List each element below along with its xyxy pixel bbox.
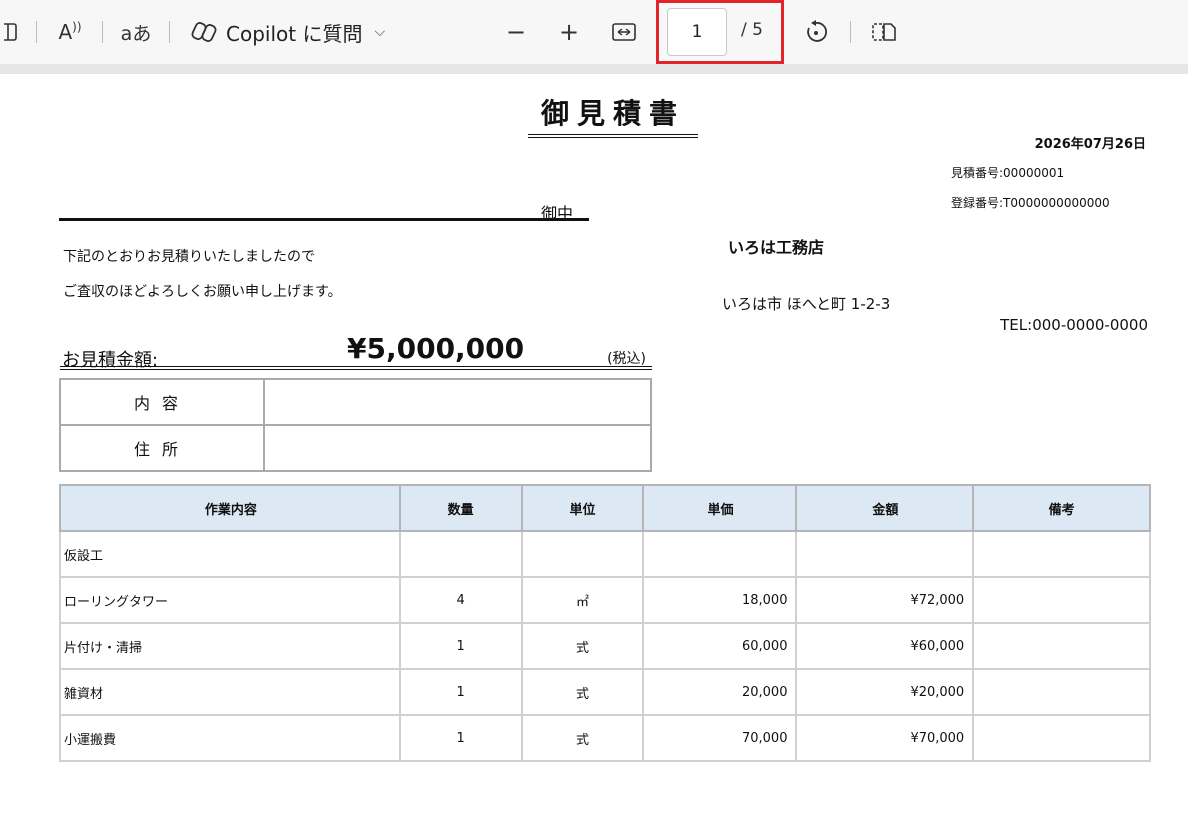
page-view-button[interactable] [870, 14, 898, 50]
header-note: 備考 [972, 484, 1151, 532]
cell-amount [795, 530, 975, 578]
sound-waves-icon: )) [72, 20, 82, 34]
cell-unit: 式 [520, 714, 645, 762]
cell-price: 60,000 [642, 622, 798, 670]
tax-note: (税込) [607, 351, 646, 367]
document-title: 御見積書 [528, 92, 698, 138]
cell-price: 20,000 [642, 668, 798, 716]
amount-row: お見積金額: ¥5,000,000 (税込) [60, 332, 652, 371]
zoom-out-button[interactable]: − [504, 14, 528, 50]
copilot-icon [191, 22, 217, 42]
cell-price: 70,000 [642, 714, 798, 762]
cell-qty [398, 530, 523, 578]
cell-qty: 1 [398, 668, 523, 716]
cell-unit [520, 530, 645, 578]
cell-unit: ㎡ [520, 576, 645, 624]
table-row: 雑資材 1 式 20,000 ¥20,000 [59, 668, 1151, 716]
cell-qty: 1 [398, 714, 523, 762]
fit-width-icon [612, 23, 636, 41]
zoom-in-button[interactable]: + [557, 14, 581, 50]
toolbar-separator [850, 21, 851, 43]
company-tel: TEL:000-0000-0000 [1000, 316, 1148, 334]
translate-button[interactable]: aあ [118, 14, 154, 50]
cell-note [972, 714, 1151, 762]
read-aloud-icon: A [58, 20, 73, 44]
page-number-highlight [656, 0, 784, 64]
cell-amount: ¥20,000 [795, 668, 975, 716]
rotate-icon [807, 20, 827, 42]
header-work: 作業内容 [59, 484, 401, 532]
copilot-button[interactable]: Copilot に質問 ⌵ [190, 14, 385, 50]
copilot-label: Copilot に質問 [226, 21, 363, 46]
cell-amount: ¥60,000 [795, 622, 975, 670]
cell-unit: 式 [520, 668, 645, 716]
message-line-1: 下記のとおりお見積りいたしましたので [63, 249, 315, 265]
toolbar-bottom-strip [0, 64, 1188, 74]
info-table: 内容 住所 [59, 378, 652, 472]
header-qty: 数量 [398, 484, 523, 532]
registration-number: 登録番号:T0000000000000 [951, 196, 1110, 210]
toolbar-separator [36, 21, 37, 43]
table-header-row: 作業内容 数量 単位 単価 金額 備考 [59, 484, 1151, 532]
translate-icon: aあ [120, 22, 152, 45]
info-value [263, 424, 652, 472]
minus-icon: − [505, 18, 527, 46]
cell-work: 小運搬費 [59, 714, 401, 762]
cell-note [972, 622, 1151, 670]
pdf-toolbar: A)) aあ Copilot に質問 ⌵ − + 1 / 5 [0, 0, 1188, 65]
cell-work: 雑資材 [59, 668, 401, 716]
page-view-icon [872, 23, 896, 41]
read-aloud-button[interactable]: A)) [54, 14, 86, 50]
recipient-line [59, 218, 589, 221]
recipient-suffix: 御中 [541, 204, 574, 223]
cell-qty: 1 [398, 622, 523, 670]
document-date: 2026年07月26日 [1034, 137, 1146, 152]
info-label: 内容 [59, 378, 265, 426]
cell-note [972, 576, 1151, 624]
cell-price: 18,000 [642, 576, 798, 624]
rotate-button[interactable] [802, 14, 830, 50]
cell-amount: ¥72,000 [795, 576, 975, 624]
cell-work: 仮設工 [59, 530, 401, 578]
table-row: ローリングタワー 4 ㎡ 18,000 ¥72,000 [59, 576, 1151, 624]
plus-icon: + [558, 18, 580, 46]
message-line-2: ご査収のほどよろしくお願い申し上げます。 [63, 284, 342, 300]
cell-unit: 式 [520, 622, 645, 670]
info-row: 内容 [59, 378, 652, 426]
toolbar-separator [169, 21, 170, 43]
items-table: 作業内容 数量 単位 単価 金額 備考 仮設工 ローリングタワー 4 ㎡ 18,… [59, 484, 1151, 762]
table-row: 小運搬費 1 式 70,000 ¥70,000 [59, 714, 1151, 762]
table-row: 仮設工 [59, 530, 1151, 578]
amount-value: ¥5,000,000 [347, 332, 525, 365]
sidebar-icon[interactable] [0, 14, 22, 50]
cell-work: 片付け・清掃 [59, 622, 401, 670]
cell-amount: ¥70,000 [795, 714, 975, 762]
company-address: いろは市 ほへと町 1-2-3 [722, 295, 891, 313]
info-label: 住所 [59, 424, 265, 472]
cell-qty: 4 [398, 576, 523, 624]
cell-work: ローリングタワー [59, 576, 401, 624]
amount-label: お見積金額: [62, 350, 159, 371]
info-value [263, 378, 652, 426]
estimate-number: 見積番号:00000001 [951, 166, 1065, 180]
header-amount: 金額 [795, 484, 975, 532]
table-row: 片付け・清掃 1 式 60,000 ¥60,000 [59, 622, 1151, 670]
cell-note [972, 530, 1151, 578]
fit-width-button[interactable] [610, 14, 638, 50]
info-row: 住所 [59, 424, 652, 472]
toolbar-separator [102, 21, 103, 43]
header-unit: 単位 [520, 484, 645, 532]
company-name: いろは工務店 [728, 238, 825, 257]
cell-note [972, 668, 1151, 716]
cell-price [642, 530, 798, 578]
chevron-down-icon: ⌵ [374, 24, 386, 40]
header-price: 単価 [642, 484, 798, 532]
